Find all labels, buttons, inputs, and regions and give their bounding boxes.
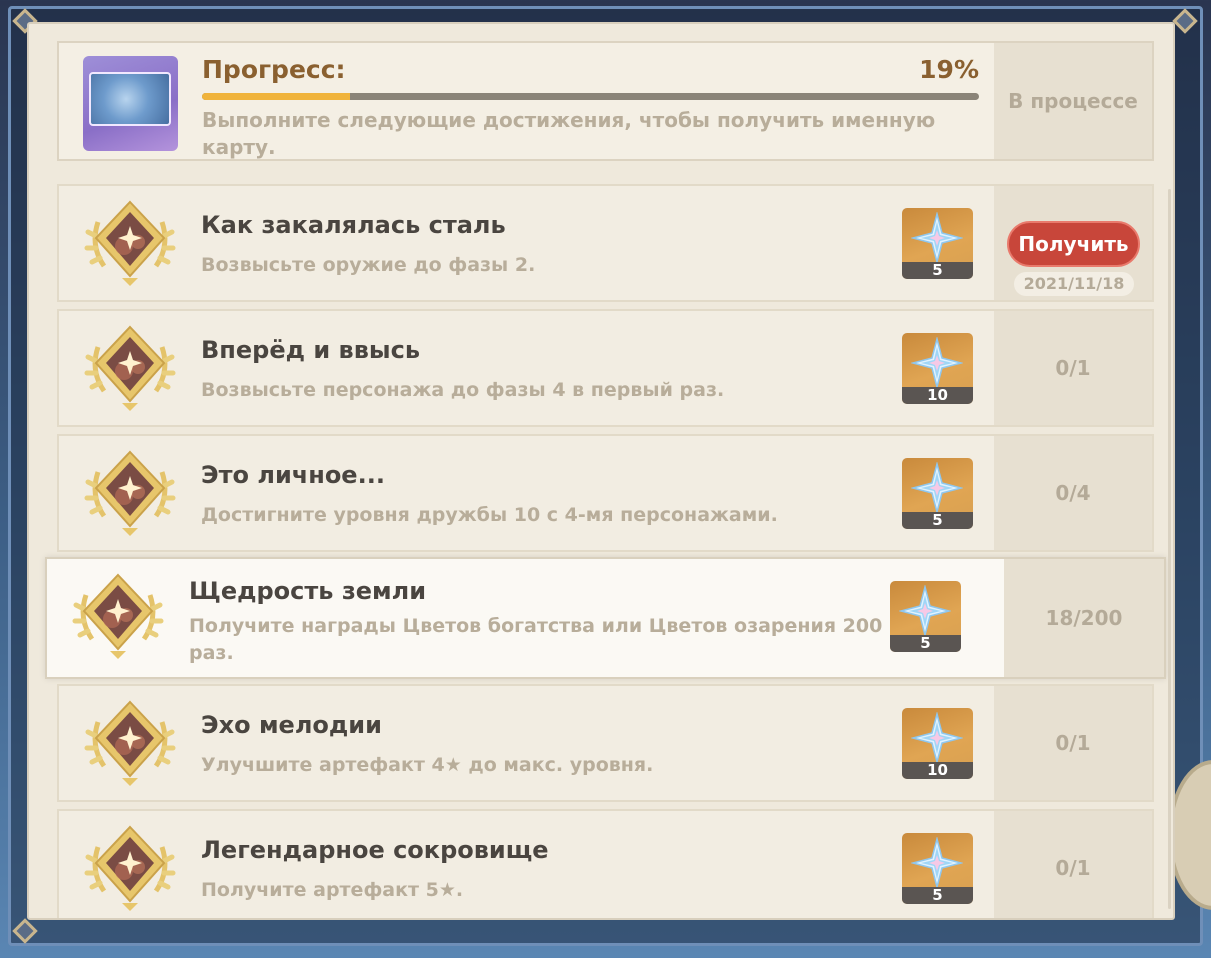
reward-item[interactable]: 5 xyxy=(890,581,961,652)
reward-count: 5 xyxy=(902,512,973,529)
reward-count: 10 xyxy=(902,762,973,779)
laurel-medal-icon xyxy=(84,696,176,788)
laurel-medal-icon xyxy=(84,196,176,288)
achievement-row[interactable]: Легендарное сокровище Получите артефакт 5… xyxy=(57,809,1154,918)
scrollbar[interactable] xyxy=(1168,189,1171,909)
primogem-icon xyxy=(898,584,952,638)
achievement-description: Улучшите артефакт 4★ до макс. уровня. xyxy=(201,754,654,776)
achievement-title: Как закалялась сталь xyxy=(201,211,506,239)
reward-item[interactable]: 5 xyxy=(902,833,973,904)
progress-description: Выполните следующие достижения, чтобы по… xyxy=(202,108,936,159)
reward-count: 10 xyxy=(902,387,973,404)
completion-date: 2021/11/18 xyxy=(1014,272,1134,296)
progress-percent: 19% xyxy=(919,55,979,84)
laurel-medal-icon xyxy=(84,446,176,538)
achievement-description: Получите артефакт 5★. xyxy=(201,879,464,901)
achievement-progress: 0/1 xyxy=(994,311,1152,425)
reward-item[interactable]: 5 xyxy=(902,458,973,529)
progress-status: В процессе xyxy=(994,43,1152,159)
achievement-progress: 18/200 xyxy=(1004,559,1164,677)
achievement-row[interactable]: Эхо мелодии Улучшите артефакт 4★ до макс.… xyxy=(57,684,1154,802)
reward-count: 5 xyxy=(890,635,961,652)
reward-item[interactable]: 10 xyxy=(902,333,973,404)
achievement-title: Это личное... xyxy=(201,461,385,489)
primogem-icon xyxy=(910,461,964,515)
achievement-row[interactable]: Вперёд и ввысь Возвысьте персонажа до фаз… xyxy=(57,309,1154,427)
namecard-progress-header: Прогресс: 19% Выполните следующие достиж… xyxy=(57,41,1154,161)
achievement-progress: 0/4 xyxy=(994,436,1152,550)
achievement-panel: Прогресс: 19% Выполните следующие достиж… xyxy=(27,22,1175,920)
achievement-title: Щедрость земли xyxy=(189,577,427,605)
achievement-description: Получите награды Цветов богатства или Цв… xyxy=(189,615,883,664)
achievement-title: Легендарное сокровище xyxy=(201,836,549,864)
primogem-icon xyxy=(910,211,964,265)
achievement-title: Вперёд и ввысь xyxy=(201,336,420,364)
achievement-row[interactable]: Это личное... Достигните уровня дружбы 10… xyxy=(57,434,1154,552)
laurel-medal-icon xyxy=(84,821,176,913)
achievement-progress: 0/1 xyxy=(994,811,1152,918)
progress-title: Прогресс: xyxy=(202,55,346,84)
laurel-medal-icon xyxy=(84,321,176,413)
achievement-row[interactable]: Как закалялась сталь Возвысьте оружие до … xyxy=(57,184,1154,302)
primogem-icon xyxy=(910,336,964,390)
achievement-description: Возвысьте оружие до фазы 2. xyxy=(201,254,536,276)
reward-item[interactable]: 10 xyxy=(902,708,973,779)
claim-button[interactable]: Получить xyxy=(1007,221,1140,267)
progress-bar xyxy=(202,93,979,100)
laurel-medal-icon xyxy=(72,569,164,661)
achievement-description: Достигните уровня дружбы 10 с 4-мя персо… xyxy=(201,504,778,526)
achievement-title: Эхо мелодии xyxy=(201,711,382,739)
reward-count: 5 xyxy=(902,887,973,904)
achievement-progress: 0/1 xyxy=(994,686,1152,800)
primogem-icon xyxy=(910,836,964,890)
reward-item[interactable]: 5 xyxy=(902,208,973,279)
reward-count: 5 xyxy=(902,262,973,279)
achievement-row[interactable]: Щедрость земли Получите награды Цветов бо… xyxy=(45,557,1166,679)
achievement-description: Возвысьте персонажа до фазы 4 в первый р… xyxy=(201,379,725,401)
claim-area: Получить 2021/11/18 xyxy=(994,186,1152,300)
namecard-icon xyxy=(83,56,178,151)
primogem-icon xyxy=(910,711,964,765)
progress-bar-fill xyxy=(202,93,350,100)
